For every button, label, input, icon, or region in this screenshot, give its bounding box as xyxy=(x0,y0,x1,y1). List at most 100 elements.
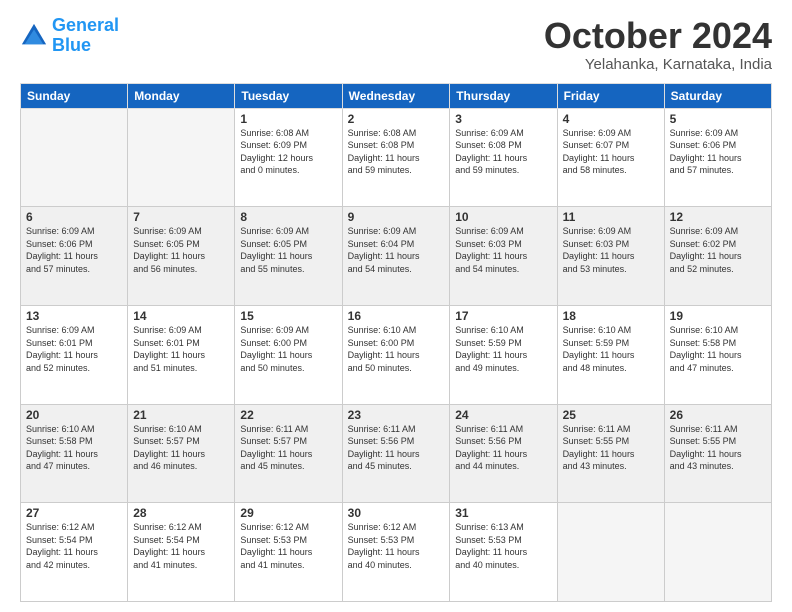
day-number: 11 xyxy=(563,210,659,224)
day-info: Sunrise: 6:10 AM Sunset: 5:59 PM Dayligh… xyxy=(455,324,551,374)
day-info: Sunrise: 6:10 AM Sunset: 6:00 PM Dayligh… xyxy=(348,324,445,374)
day-info: Sunrise: 6:09 AM Sunset: 6:05 PM Dayligh… xyxy=(133,225,229,275)
day-number: 1 xyxy=(240,112,336,126)
calendar-cell: 23Sunrise: 6:11 AM Sunset: 5:56 PM Dayli… xyxy=(342,404,450,503)
week-row-5: 27Sunrise: 6:12 AM Sunset: 5:54 PM Dayli… xyxy=(21,503,772,602)
day-info: Sunrise: 6:11 AM Sunset: 5:56 PM Dayligh… xyxy=(348,423,445,473)
day-number: 23 xyxy=(348,408,445,422)
page: General Blue October 2024 Yelahanka, Kar… xyxy=(0,0,792,612)
day-number: 7 xyxy=(133,210,229,224)
weekday-header-row: SundayMondayTuesdayWednesdayThursdayFrid… xyxy=(21,83,772,108)
calendar-cell: 20Sunrise: 6:10 AM Sunset: 5:58 PM Dayli… xyxy=(21,404,128,503)
calendar-cell: 2Sunrise: 6:08 AM Sunset: 6:08 PM Daylig… xyxy=(342,108,450,207)
calendar-cell: 14Sunrise: 6:09 AM Sunset: 6:01 PM Dayli… xyxy=(128,305,235,404)
weekday-header-wednesday: Wednesday xyxy=(342,83,450,108)
day-info: Sunrise: 6:11 AM Sunset: 5:57 PM Dayligh… xyxy=(240,423,336,473)
calendar-cell: 8Sunrise: 6:09 AM Sunset: 6:05 PM Daylig… xyxy=(235,207,342,306)
day-number: 15 xyxy=(240,309,336,323)
calendar-cell: 5Sunrise: 6:09 AM Sunset: 6:06 PM Daylig… xyxy=(664,108,771,207)
week-row-3: 13Sunrise: 6:09 AM Sunset: 6:01 PM Dayli… xyxy=(21,305,772,404)
day-number: 6 xyxy=(26,210,122,224)
calendar-cell xyxy=(21,108,128,207)
calendar-cell: 4Sunrise: 6:09 AM Sunset: 6:07 PM Daylig… xyxy=(557,108,664,207)
calendar-cell: 30Sunrise: 6:12 AM Sunset: 5:53 PM Dayli… xyxy=(342,503,450,602)
calendar-cell: 13Sunrise: 6:09 AM Sunset: 6:01 PM Dayli… xyxy=(21,305,128,404)
day-info: Sunrise: 6:08 AM Sunset: 6:08 PM Dayligh… xyxy=(348,127,445,177)
calendar-cell: 3Sunrise: 6:09 AM Sunset: 6:08 PM Daylig… xyxy=(450,108,557,207)
day-info: Sunrise: 6:10 AM Sunset: 5:57 PM Dayligh… xyxy=(133,423,229,473)
calendar-cell: 17Sunrise: 6:10 AM Sunset: 5:59 PM Dayli… xyxy=(450,305,557,404)
day-number: 22 xyxy=(240,408,336,422)
logo-text: General Blue xyxy=(52,16,119,56)
day-number: 5 xyxy=(670,112,766,126)
day-number: 28 xyxy=(133,506,229,520)
calendar-cell: 11Sunrise: 6:09 AM Sunset: 6:03 PM Dayli… xyxy=(557,207,664,306)
day-number: 31 xyxy=(455,506,551,520)
calendar-cell: 9Sunrise: 6:09 AM Sunset: 6:04 PM Daylig… xyxy=(342,207,450,306)
day-info: Sunrise: 6:13 AM Sunset: 5:53 PM Dayligh… xyxy=(455,521,551,571)
calendar-cell: 22Sunrise: 6:11 AM Sunset: 5:57 PM Dayli… xyxy=(235,404,342,503)
day-info: Sunrise: 6:12 AM Sunset: 5:54 PM Dayligh… xyxy=(26,521,122,571)
day-info: Sunrise: 6:12 AM Sunset: 5:53 PM Dayligh… xyxy=(348,521,445,571)
week-row-2: 6Sunrise: 6:09 AM Sunset: 6:06 PM Daylig… xyxy=(21,207,772,306)
day-info: Sunrise: 6:09 AM Sunset: 6:06 PM Dayligh… xyxy=(26,225,122,275)
day-number: 21 xyxy=(133,408,229,422)
calendar-cell: 28Sunrise: 6:12 AM Sunset: 5:54 PM Dayli… xyxy=(128,503,235,602)
day-number: 18 xyxy=(563,309,659,323)
day-number: 12 xyxy=(670,210,766,224)
day-info: Sunrise: 6:10 AM Sunset: 5:58 PM Dayligh… xyxy=(26,423,122,473)
calendar-cell: 7Sunrise: 6:09 AM Sunset: 6:05 PM Daylig… xyxy=(128,207,235,306)
calendar-cell xyxy=(557,503,664,602)
weekday-header-tuesday: Tuesday xyxy=(235,83,342,108)
day-number: 26 xyxy=(670,408,766,422)
day-info: Sunrise: 6:10 AM Sunset: 5:58 PM Dayligh… xyxy=(670,324,766,374)
day-number: 14 xyxy=(133,309,229,323)
logo-icon xyxy=(20,22,48,50)
day-number: 19 xyxy=(670,309,766,323)
calendar-cell: 25Sunrise: 6:11 AM Sunset: 5:55 PM Dayli… xyxy=(557,404,664,503)
weekday-header-saturday: Saturday xyxy=(664,83,771,108)
day-number: 10 xyxy=(455,210,551,224)
calendar-cell: 1Sunrise: 6:08 AM Sunset: 6:09 PM Daylig… xyxy=(235,108,342,207)
main-title: October 2024 xyxy=(544,16,772,56)
day-info: Sunrise: 6:10 AM Sunset: 5:59 PM Dayligh… xyxy=(563,324,659,374)
day-info: Sunrise: 6:09 AM Sunset: 6:00 PM Dayligh… xyxy=(240,324,336,374)
calendar-cell: 24Sunrise: 6:11 AM Sunset: 5:56 PM Dayli… xyxy=(450,404,557,503)
day-info: Sunrise: 6:11 AM Sunset: 5:56 PM Dayligh… xyxy=(455,423,551,473)
day-number: 8 xyxy=(240,210,336,224)
calendar-cell: 27Sunrise: 6:12 AM Sunset: 5:54 PM Dayli… xyxy=(21,503,128,602)
calendar-cell: 10Sunrise: 6:09 AM Sunset: 6:03 PM Dayli… xyxy=(450,207,557,306)
day-number: 30 xyxy=(348,506,445,520)
week-row-1: 1Sunrise: 6:08 AM Sunset: 6:09 PM Daylig… xyxy=(21,108,772,207)
day-number: 25 xyxy=(563,408,659,422)
subtitle: Yelahanka, Karnataka, India xyxy=(544,56,772,73)
day-info: Sunrise: 6:09 AM Sunset: 6:02 PM Dayligh… xyxy=(670,225,766,275)
weekday-header-sunday: Sunday xyxy=(21,83,128,108)
day-number: 17 xyxy=(455,309,551,323)
calendar-cell: 12Sunrise: 6:09 AM Sunset: 6:02 PM Dayli… xyxy=(664,207,771,306)
day-number: 3 xyxy=(455,112,551,126)
title-section: October 2024 Yelahanka, Karnataka, India xyxy=(544,16,772,73)
day-info: Sunrise: 6:12 AM Sunset: 5:54 PM Dayligh… xyxy=(133,521,229,571)
calendar-cell: 31Sunrise: 6:13 AM Sunset: 5:53 PM Dayli… xyxy=(450,503,557,602)
weekday-header-monday: Monday xyxy=(128,83,235,108)
logo: General Blue xyxy=(20,16,119,56)
calendar-cell xyxy=(664,503,771,602)
day-info: Sunrise: 6:09 AM Sunset: 6:05 PM Dayligh… xyxy=(240,225,336,275)
day-number: 24 xyxy=(455,408,551,422)
calendar-cell: 18Sunrise: 6:10 AM Sunset: 5:59 PM Dayli… xyxy=(557,305,664,404)
day-info: Sunrise: 6:09 AM Sunset: 6:08 PM Dayligh… xyxy=(455,127,551,177)
day-number: 20 xyxy=(26,408,122,422)
day-info: Sunrise: 6:12 AM Sunset: 5:53 PM Dayligh… xyxy=(240,521,336,571)
day-info: Sunrise: 6:08 AM Sunset: 6:09 PM Dayligh… xyxy=(240,127,336,177)
calendar-cell: 16Sunrise: 6:10 AM Sunset: 6:00 PM Dayli… xyxy=(342,305,450,404)
day-info: Sunrise: 6:09 AM Sunset: 6:03 PM Dayligh… xyxy=(455,225,551,275)
weekday-header-friday: Friday xyxy=(557,83,664,108)
day-info: Sunrise: 6:09 AM Sunset: 6:04 PM Dayligh… xyxy=(348,225,445,275)
day-info: Sunrise: 6:11 AM Sunset: 5:55 PM Dayligh… xyxy=(563,423,659,473)
day-number: 16 xyxy=(348,309,445,323)
calendar-cell: 15Sunrise: 6:09 AM Sunset: 6:00 PM Dayli… xyxy=(235,305,342,404)
day-number: 9 xyxy=(348,210,445,224)
day-number: 2 xyxy=(348,112,445,126)
week-row-4: 20Sunrise: 6:10 AM Sunset: 5:58 PM Dayli… xyxy=(21,404,772,503)
